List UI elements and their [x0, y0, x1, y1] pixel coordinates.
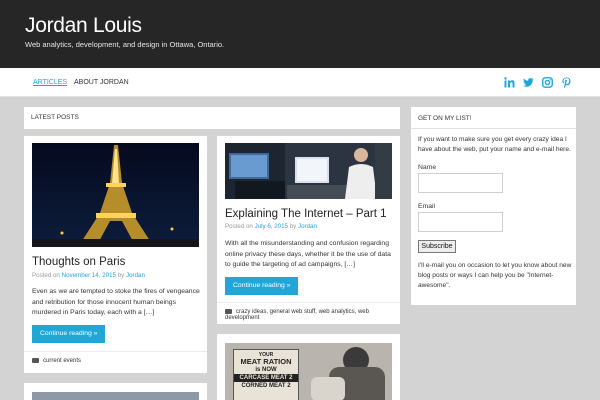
site-description: Web analytics, development, and design i… — [25, 40, 225, 49]
posted-on-label: Posted on — [32, 272, 60, 279]
email-field[interactable] — [418, 212, 503, 232]
post-image-eiffel-tower[interactable] — [32, 143, 199, 247]
post-date-link[interactable]: November 14, 2015 — [62, 272, 116, 279]
post-card — [24, 383, 207, 400]
post-title[interactable]: Explaining The Internet – Part 1 — [225, 208, 387, 220]
poster-line: is NOW — [255, 367, 277, 373]
poster-line: MEAT RATION — [240, 357, 292, 366]
post-title[interactable]: Thoughts on Paris — [32, 256, 125, 268]
widget-title: GET ON MY LIST! — [418, 115, 472, 122]
post-excerpt: With all the misunderstanding and confus… — [225, 240, 391, 268]
newsletter-widget: GET ON MY LIST! If you want to make sure… — [411, 107, 576, 305]
post-image-meat-ration[interactable]: YOUR MEAT RATION is NOW CARCASE MEAT 2 C… — [225, 343, 392, 400]
twitter-icon[interactable] — [523, 77, 534, 88]
post-meta: Posted on July 6, 2015 by Jordan — [225, 223, 317, 230]
by-label: by — [289, 223, 297, 230]
photo-bundle — [311, 377, 345, 400]
post-card: Thoughts on Paris Posted on November 14,… — [24, 136, 207, 373]
divider — [217, 302, 400, 303]
instagram-icon[interactable] — [542, 77, 553, 88]
category-link[interactable]: current events — [43, 358, 81, 364]
section-title: LATEST POSTS — [31, 114, 79, 121]
post-excerpt: Even as we are tempted to stoke the fire… — [32, 288, 200, 316]
poster-line: CARCASE MEAT 2 — [234, 374, 298, 382]
linkedin-icon[interactable] — [504, 77, 515, 88]
post-author-link[interactable]: Jordan — [126, 272, 145, 279]
post-categories: current events — [32, 358, 81, 364]
site-header: Jordan Louis Web analytics, development,… — [0, 0, 600, 68]
post-categories: crazy ideas, general web stuff, web anal… — [225, 309, 400, 321]
email-label: Email — [418, 203, 435, 210]
main-navigation: ARTICLES ABOUT JORDAN — [0, 68, 600, 97]
continue-reading-button[interactable]: Continue reading » — [32, 325, 106, 343]
continue-reading-button[interactable]: Continue reading » — [225, 277, 299, 295]
category-link[interactable]: crazy ideas, general web stuff, web anal… — [225, 309, 369, 321]
latest-posts-header: LATEST POSTS — [24, 107, 400, 129]
post-image[interactable] — [32, 392, 199, 400]
nav-item-articles[interactable]: ARTICLES — [33, 79, 67, 86]
folder-icon — [225, 309, 232, 314]
site-title[interactable]: Jordan Louis — [25, 14, 142, 38]
pinterest-icon[interactable] — [561, 77, 572, 88]
divider — [411, 128, 576, 129]
post-card: YOUR MEAT RATION is NOW CARCASE MEAT 2 C… — [217, 334, 400, 400]
widget-outro-text: I'll e-mail you on occasion to let you k… — [418, 262, 572, 289]
folder-icon — [32, 358, 39, 363]
name-field[interactable] — [418, 173, 503, 193]
by-label: by — [117, 272, 125, 279]
post-date-link[interactable]: July 6, 2015 — [255, 223, 288, 230]
posted-on-label: Posted on — [225, 223, 253, 230]
nav-item-about-jordan[interactable]: ABOUT JORDAN — [74, 79, 129, 86]
post-card: Explaining The Internet – Part 1 Posted … — [217, 136, 400, 324]
poster-line: CORNED MEAT 2 — [241, 383, 291, 389]
post-image-computer-lab[interactable] — [225, 143, 392, 199]
post-author-link[interactable]: Jordan — [298, 223, 317, 230]
meat-ration-poster: YOUR MEAT RATION is NOW CARCASE MEAT 2 C… — [233, 349, 299, 400]
divider — [24, 351, 207, 352]
name-label: Name — [418, 164, 437, 171]
post-meta: Posted on November 14, 2015 by Jordan — [32, 272, 145, 279]
widget-intro-text: If you want to make sure you get every c… — [418, 136, 571, 153]
subscribe-button[interactable]: Subscribe — [418, 240, 456, 253]
